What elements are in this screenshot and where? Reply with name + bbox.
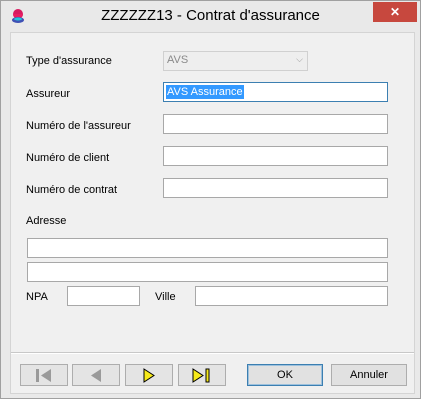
close-button[interactable]: ✕: [373, 2, 417, 22]
dialog-window: ZZZZZZ13 - Contrat d'assurance ✕ Type d'…: [0, 0, 421, 399]
assureur-value: AVS Assurance: [166, 85, 244, 99]
adresse-line1-input[interactable]: [27, 238, 388, 258]
cancel-button[interactable]: Annuler: [331, 364, 407, 386]
type-assurance-label: Type d'assurance: [26, 55, 112, 67]
ville-label: Ville: [155, 291, 176, 303]
footer-divider-highlight: [11, 353, 414, 354]
adresse-label: Adresse: [26, 215, 67, 227]
window-title: ZZZZZZ13 - Contrat d'assurance: [101, 7, 320, 24]
assureur-input[interactable]: AVS Assurance: [163, 82, 388, 102]
numero-client-input[interactable]: [163, 146, 388, 166]
numero-assureur-input[interactable]: [163, 114, 388, 134]
numero-contrat-input[interactable]: [163, 178, 388, 198]
first-record-button[interactable]: [20, 364, 68, 386]
last-record-button[interactable]: [178, 364, 226, 386]
chevron-down-icon: ⌵: [296, 54, 303, 64]
npa-input[interactable]: [67, 286, 140, 306]
first-record-icon: [36, 369, 51, 382]
previous-record-icon: [91, 369, 101, 382]
next-record-icon: [143, 368, 155, 383]
previous-record-button[interactable]: [72, 364, 120, 386]
ok-button[interactable]: OK: [247, 364, 323, 386]
assureur-label: Assureur: [26, 88, 71, 100]
type-assurance-select: AVS ⌵: [163, 51, 308, 71]
numero-assureur-label: Numéro de l'assureur: [26, 120, 131, 132]
next-record-button[interactable]: [125, 364, 173, 386]
npa-label: NPA: [26, 291, 48, 303]
title-bar[interactable]: ZZZZZZ13 - Contrat d'assurance ✕: [1, 1, 420, 33]
ville-input[interactable]: [195, 286, 388, 306]
numero-client-label: Numéro de client: [26, 152, 110, 164]
numero-contrat-label: Numéro de contrat: [26, 184, 118, 196]
last-record-icon: [192, 368, 210, 383]
adresse-line2-input[interactable]: [27, 262, 388, 282]
type-assurance-value: AVS: [167, 54, 189, 66]
form-panel: Type d'assurance AVS ⌵ Assureur AVS Assu…: [10, 32, 415, 394]
